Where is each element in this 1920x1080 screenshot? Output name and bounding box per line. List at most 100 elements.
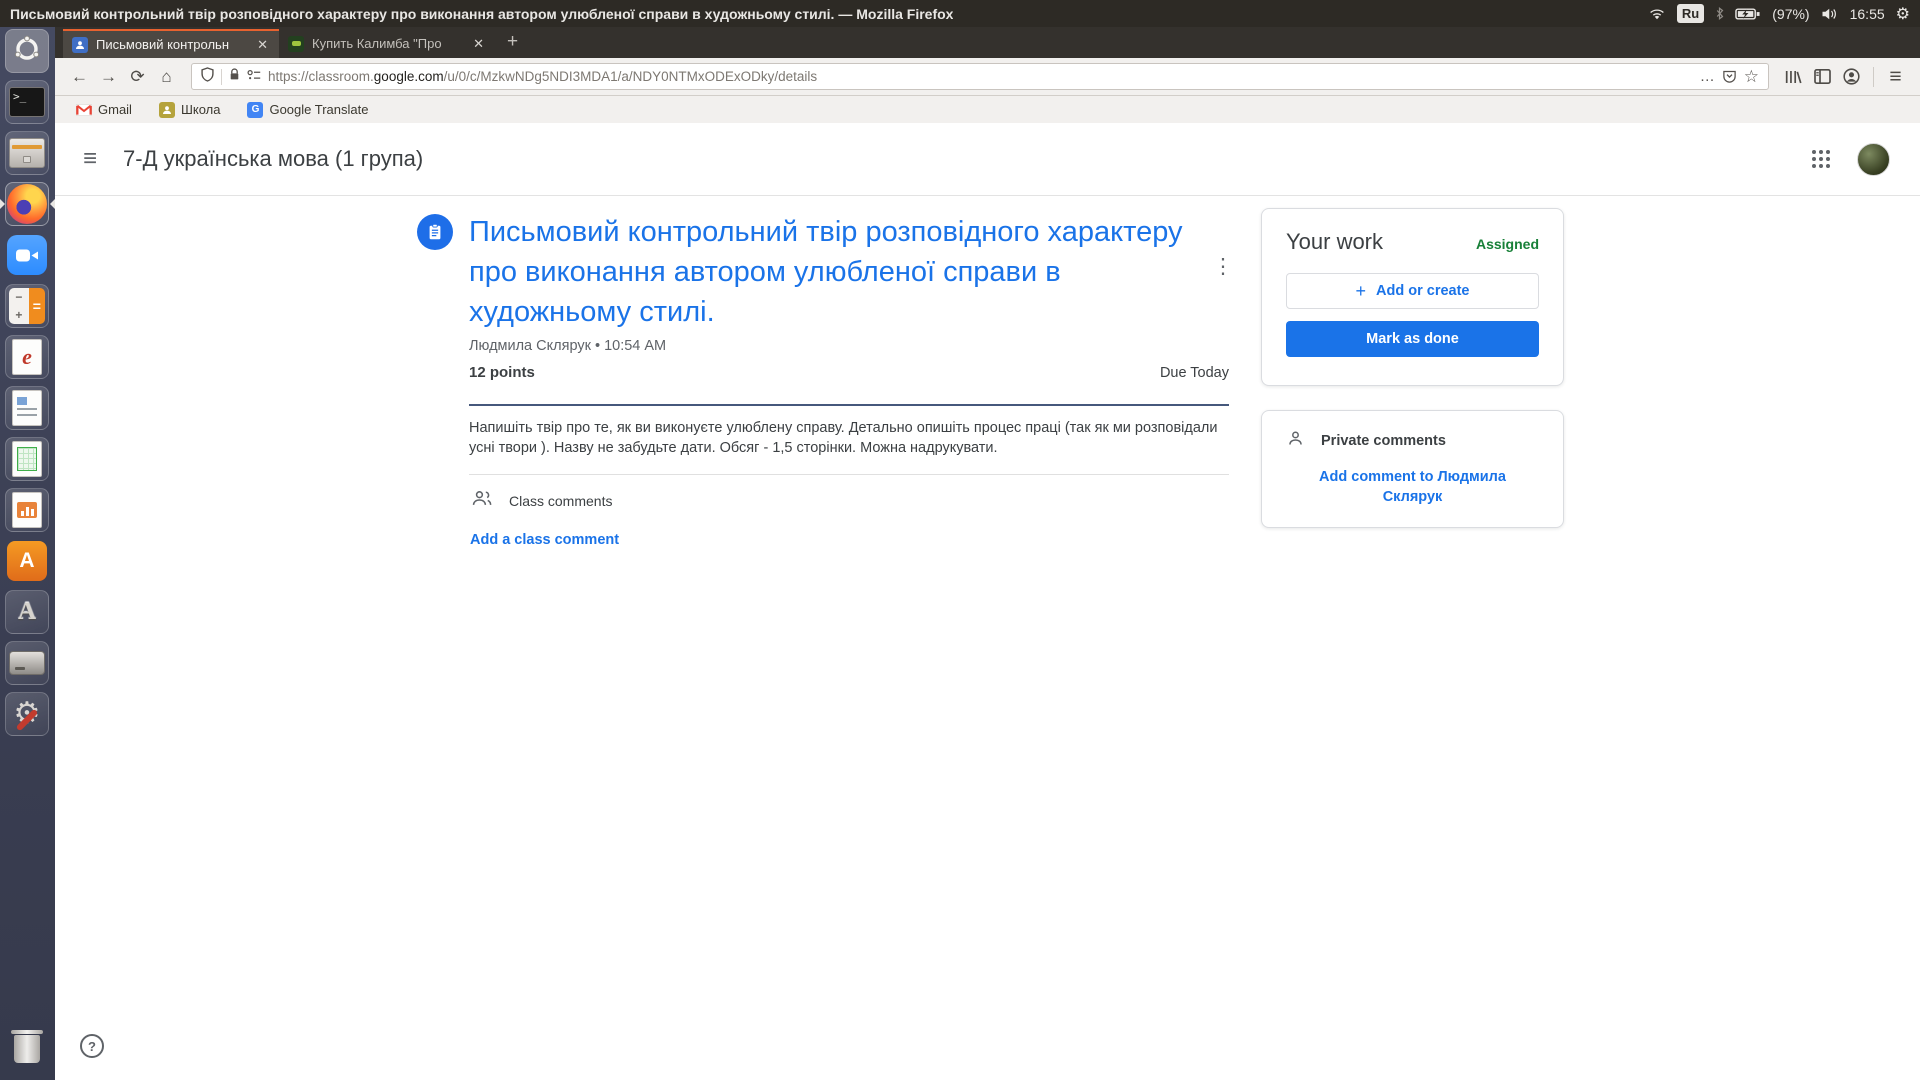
silver-emblem-icon: A <box>18 598 36 626</box>
dock-item-software-store[interactable]: A <box>5 539 49 583</box>
help-icon: ? <box>88 1039 96 1054</box>
calculator-icon: −+ = <box>9 288 45 324</box>
google-apps-grid-icon[interactable] <box>1812 150 1830 168</box>
add-class-comment-link[interactable]: Add a class comment <box>470 532 619 548</box>
bookmark-school[interactable]: Школа <box>159 102 221 118</box>
kebab-menu-icon[interactable]: ⋮ <box>1209 252 1237 280</box>
dock-item-archive-manager[interactable] <box>5 131 49 175</box>
bookmark-google-translate[interactable]: G Google Translate <box>247 102 368 118</box>
focused-indicator-arrow <box>50 199 55 209</box>
account-icon[interactable] <box>1837 63 1866 91</box>
tracking-shield-icon[interactable] <box>201 67 214 87</box>
mark-as-done-button[interactable]: Mark as done <box>1286 321 1539 357</box>
shop-favicon <box>288 36 304 52</box>
avatar[interactable] <box>1857 143 1890 176</box>
classroom-favicon <box>72 37 88 53</box>
dock-item-trash[interactable] <box>5 1027 49 1071</box>
software-store-icon: A <box>7 541 47 581</box>
dock-item-libreoffice-writer[interactable] <box>5 386 49 430</box>
wifi-icon[interactable] <box>1648 7 1666 21</box>
close-icon[interactable]: ✕ <box>471 36 486 52</box>
bookmark-label: Школа <box>181 102 221 117</box>
forward-button[interactable]: → <box>94 63 123 91</box>
tab-title: Купить Калимба "Про <box>312 36 463 51</box>
classroom-menu-icon[interactable]: ≡ <box>83 145 97 173</box>
tab-shop[interactable]: Купить Калимба "Про ✕ <box>279 29 495 58</box>
url-text[interactable]: https://classroom.google.com/u/0/c/MzkwN… <box>268 69 1693 84</box>
impress-icon <box>12 492 42 528</box>
new-tab-button[interactable]: + <box>507 31 518 53</box>
lock-icon[interactable] <box>229 68 240 86</box>
help-button[interactable]: ? <box>80 1034 104 1058</box>
add-or-create-label: Add or create <box>1376 283 1469 299</box>
close-icon[interactable]: ✕ <box>255 37 270 53</box>
battery-icon[interactable] <box>1735 7 1761 21</box>
your-work-title: Your work <box>1286 229 1383 255</box>
pocket-icon[interactable] <box>1722 69 1737 84</box>
dock-item-disks[interactable] <box>5 641 49 685</box>
points-row: 12 points Due Today <box>469 364 1229 381</box>
class-comments-label: Class comments <box>509 493 612 509</box>
volume-icon[interactable] <box>1821 7 1839 21</box>
dock-item-libreoffice-impress[interactable] <box>5 488 49 532</box>
library-icon[interactable] <box>1779 63 1808 91</box>
system-top-bar: Письмовий контрольний твір розповідного … <box>0 0 1920 27</box>
classroom-page: ≡ 7-Д українська мова (1 група) Письмови… <box>55 123 1920 1080</box>
sidebar-toggle-icon[interactable] <box>1808 63 1837 91</box>
bookmark-star-icon[interactable]: ☆ <box>1744 67 1759 87</box>
dock-item-zoom[interactable] <box>5 233 49 277</box>
assignment-icon <box>417 214 453 250</box>
navigation-toolbar: ← → ⟳ ⌂ https://classroom.google.com/u/0… <box>55 58 1920 96</box>
dock-item-calculator[interactable]: −+ = <box>5 284 49 328</box>
add-private-comment-link[interactable]: Add comment to Людмила Склярук <box>1303 467 1523 507</box>
trash-icon <box>14 1035 40 1063</box>
dock-item-firefox[interactable] <box>5 182 49 226</box>
class-comments-header: Class comments <box>471 490 612 512</box>
dock-item-libreoffice-calc[interactable] <box>5 437 49 481</box>
url-bar[interactable]: https://classroom.google.com/u/0/c/MzkwN… <box>191 63 1769 90</box>
bookmark-gmail[interactable]: Gmail <box>76 102 132 118</box>
menu-hamburger-icon[interactable]: ≡ <box>1881 63 1910 91</box>
course-title[interactable]: 7-Д українська мова (1 група) <box>123 146 423 172</box>
session-gear-icon[interactable]: ⚙ <box>1896 4 1910 24</box>
clock[interactable]: 16:55 <box>1850 6 1885 22</box>
terminal-icon: >_ <box>9 87 45 117</box>
home-button[interactable]: ⌂ <box>152 63 181 91</box>
people-icon <box>471 490 493 512</box>
dock-item-emblem-app[interactable]: A <box>5 590 49 634</box>
keyboard-layout-indicator[interactable]: Ru <box>1677 4 1704 23</box>
dock-item-terminal[interactable]: >_ <box>5 80 49 124</box>
reload-button[interactable]: ⟳ <box>123 63 152 91</box>
window-title: Письмовий контрольний твір розповідного … <box>10 6 953 22</box>
permissions-icon[interactable] <box>247 68 261 86</box>
light-divider <box>469 474 1229 475</box>
private-comments-card: Private comments Add comment to Людмила … <box>1261 410 1564 528</box>
dock-item-document-viewer[interactable]: e <box>5 335 49 379</box>
dock-item-ubuntu-dash[interactable] <box>5 29 49 73</box>
dock-item-system-settings[interactable]: ⚙ <box>5 692 49 736</box>
author-timestamp: Людмила Склярук • 10:54 AM <box>469 338 666 354</box>
back-button[interactable]: ← <box>65 63 94 91</box>
toolbar-separator <box>1873 67 1874 87</box>
firefox-window: Письмовий контрольн ✕ Купить Калимба "Пр… <box>55 27 1920 1080</box>
hard-drive-icon <box>9 651 45 675</box>
calc-sheet-icon <box>12 441 42 477</box>
url-separator <box>221 69 222 85</box>
gmail-icon <box>76 102 92 118</box>
add-or-create-button[interactable]: + Add or create <box>1286 273 1539 309</box>
person-icon <box>1286 429 1305 453</box>
bluetooth-icon[interactable] <box>1715 6 1724 21</box>
status-badge: Assigned <box>1476 236 1539 252</box>
your-work-card: Your work Assigned + Add or create Mark … <box>1261 208 1564 386</box>
bookmark-label: Google Translate <box>269 102 368 117</box>
ubuntu-logo-icon <box>13 35 41 68</box>
zoom-video-icon <box>7 235 47 275</box>
running-indicator-arrow <box>0 199 5 209</box>
private-comments-title: Private comments <box>1321 433 1446 449</box>
due-date: Due Today <box>1160 365 1229 381</box>
page-actions-icon[interactable]: … <box>1700 68 1715 85</box>
assignment-title: Письмовий контрольний твір розповідного … <box>469 212 1193 332</box>
bookmark-label: Gmail <box>98 102 132 117</box>
tab-classroom[interactable]: Письмовий контрольн ✕ <box>63 29 279 58</box>
points-value: 12 points <box>469 364 535 381</box>
